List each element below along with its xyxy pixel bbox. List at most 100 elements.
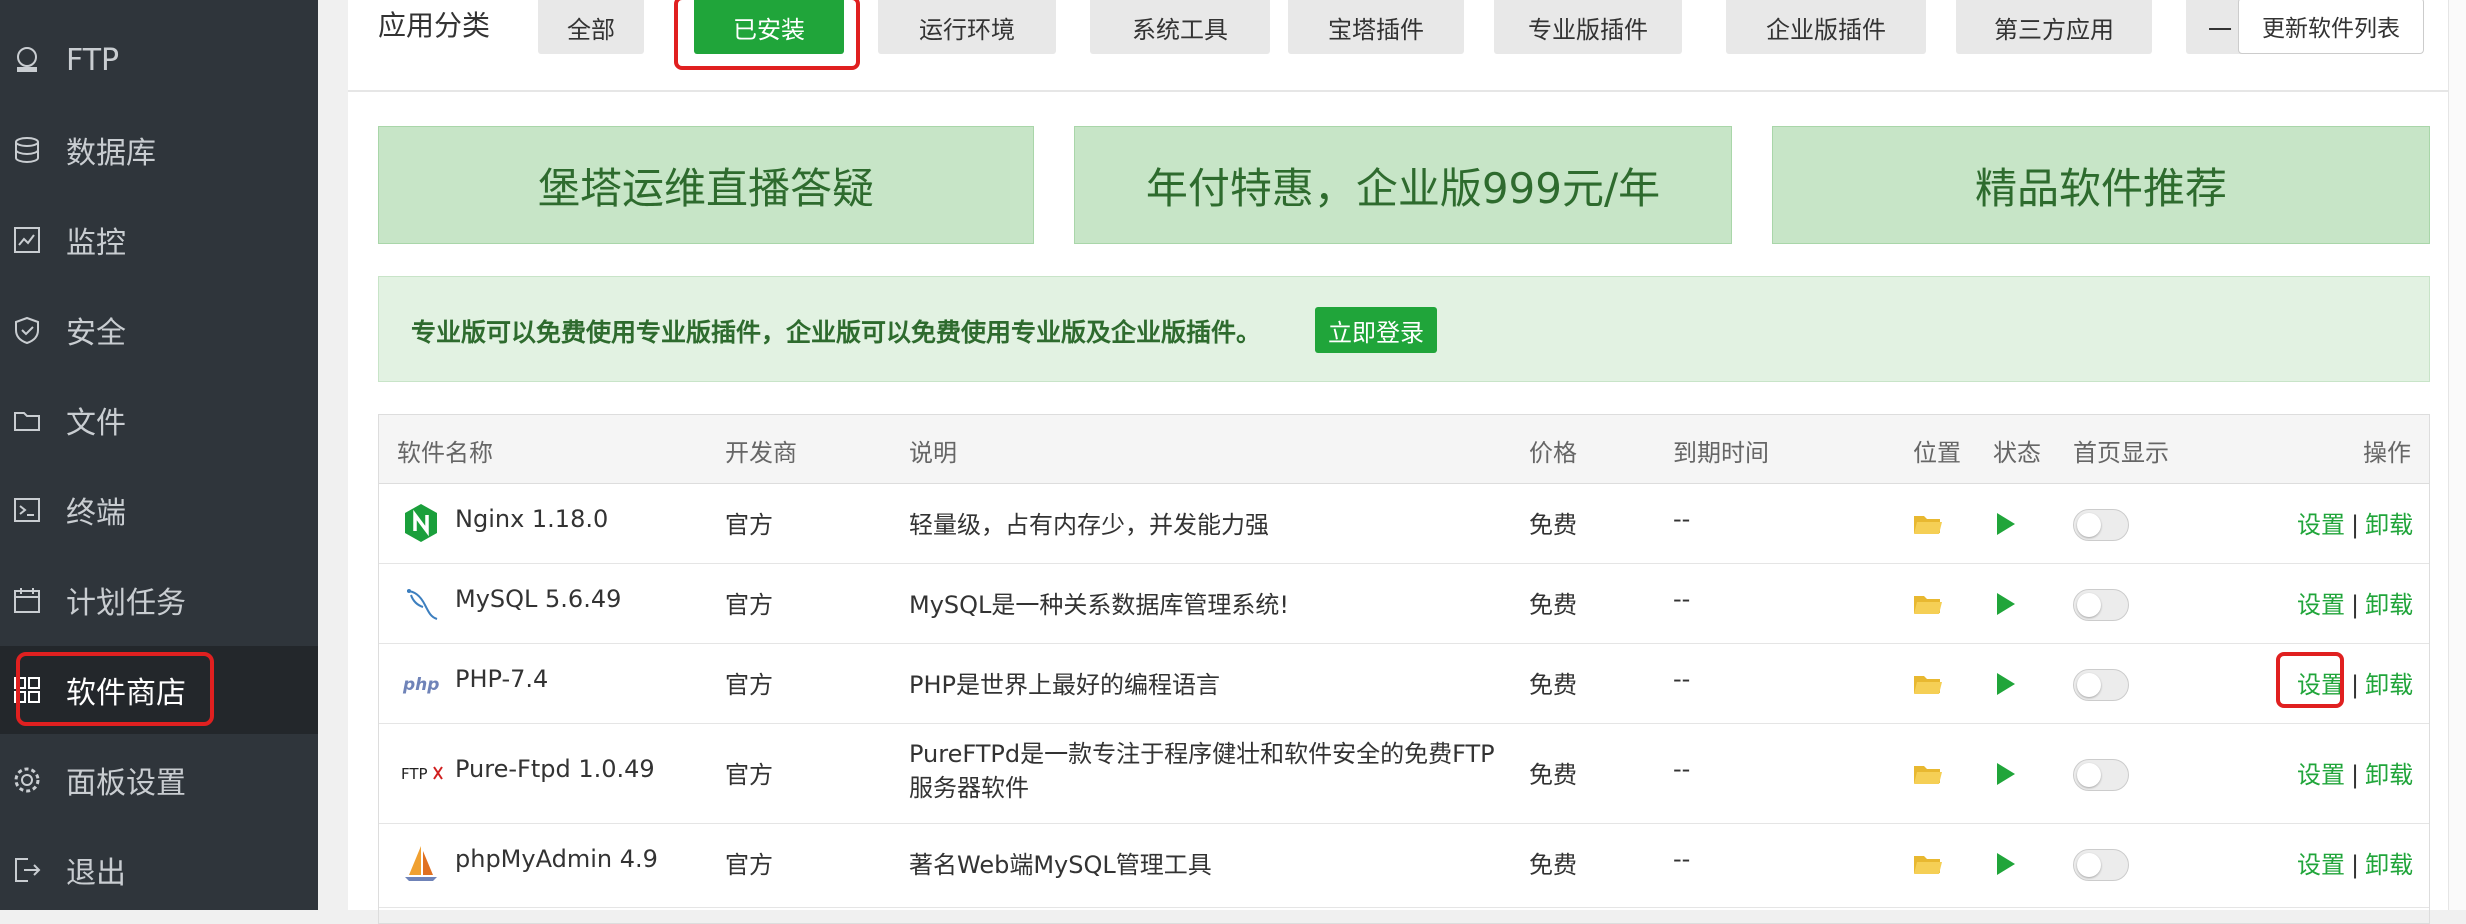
calendar-icon xyxy=(12,585,42,615)
homepage-toggle[interactable] xyxy=(2073,589,2129,621)
table-row: php PHP-7.4 官方 PHP是世界上最好的编程语言 免费 -- 设置 | 卸… xyxy=(379,643,2429,724)
description: MySQL是一种关系数据库管理系统! xyxy=(909,591,1290,619)
sidebar-item-label: 数据库 xyxy=(66,136,156,171)
separator: | xyxy=(2351,511,2360,539)
header-location: 位置 xyxy=(1913,439,1961,467)
play-icon[interactable] xyxy=(1997,593,2015,615)
expiry: -- xyxy=(1673,665,1691,693)
sidebar-item-terminal[interactable]: 终端 xyxy=(0,466,318,554)
notice-banner: 专业版可以免费使用专业版插件，企业版可以免费使用专业版及企业版插件。 立即登录 xyxy=(378,276,2430,382)
settings-link[interactable]: 设置 xyxy=(2297,511,2345,539)
expiry: -- xyxy=(1673,755,1691,783)
promo-banner[interactable]: 年付特惠，企业版999元/年 xyxy=(1074,126,1732,244)
folder-open-icon[interactable] xyxy=(1913,763,1943,785)
svg-text:FTP: FTP xyxy=(401,765,428,783)
folder-icon xyxy=(12,405,42,435)
table-row: phpMyAdmin 4.9 官方 著名Web端MySQL管理工具 免费 -- … xyxy=(379,823,2429,908)
sidebar: FTP 数据库 监控 安全 文件 终端 计划任务 软件商店 面板设置 退出 xyxy=(0,0,318,910)
uninstall-link[interactable]: 卸载 xyxy=(2365,671,2413,699)
homepage-toggle[interactable] xyxy=(2073,759,2129,791)
homepage-toggle[interactable] xyxy=(2073,849,2129,881)
play-icon[interactable] xyxy=(1997,853,2015,875)
uninstall-link[interactable]: 卸载 xyxy=(2365,761,2413,789)
play-icon[interactable] xyxy=(1997,513,2015,535)
separator: | xyxy=(2351,851,2360,879)
promo-banner[interactable]: 堡塔运维直播答疑 xyxy=(378,126,1034,244)
header-expiry: 到期时间 xyxy=(1673,439,1769,467)
update-software-list-button[interactable]: 更新软件列表 xyxy=(2238,0,2424,54)
promo-banner[interactable]: 精品软件推荐 xyxy=(1772,126,2430,244)
sidebar-item-software-store[interactable]: 软件商店 xyxy=(0,646,318,734)
header-name: 软件名称 xyxy=(397,439,493,467)
play-icon[interactable] xyxy=(1997,763,2015,785)
pureftpd-icon: FTP xyxy=(401,753,447,793)
tab-more[interactable]: 一 xyxy=(2186,0,2246,54)
uninstall-link[interactable]: 卸载 xyxy=(2365,851,2413,879)
developer: 官方 xyxy=(725,591,773,619)
mysql-icon xyxy=(401,583,441,623)
software-table: 软件名称 开发商 说明 价格 到期时间 位置 状态 首页显示 操作 Nginx … xyxy=(378,414,2430,924)
nginx-icon xyxy=(401,503,441,543)
sidebar-item-label: 文件 xyxy=(66,406,126,441)
sidebar-item-panel-settings[interactable]: 面板设置 xyxy=(0,736,318,824)
tab-runtime[interactable]: 运行环境 xyxy=(878,0,1056,54)
price: 免费 xyxy=(1529,591,1577,619)
settings-link[interactable]: 设置 xyxy=(2297,591,2345,619)
sidebar-item-label: 监控 xyxy=(66,226,126,261)
header-developer: 开发商 xyxy=(725,439,797,467)
highlight-box xyxy=(674,0,860,70)
login-button[interactable]: 立即登录 xyxy=(1315,307,1437,353)
expiry: -- xyxy=(1673,585,1691,613)
developer: 官方 xyxy=(725,761,773,789)
settings-link[interactable]: 设置 xyxy=(2297,851,2345,879)
price: 免费 xyxy=(1529,511,1577,539)
logout-icon xyxy=(12,855,42,885)
developer: 官方 xyxy=(725,671,773,699)
tab-third-party[interactable]: 第三方应用 xyxy=(1956,0,2152,54)
price: 免费 xyxy=(1529,671,1577,699)
sidebar-item-cron[interactable]: 计划任务 xyxy=(0,556,318,644)
ftp-icon xyxy=(12,45,42,75)
settings-link[interactable]: 设置 xyxy=(2297,761,2345,789)
uninstall-link[interactable]: 卸载 xyxy=(2365,591,2413,619)
row-actions: 设置 | 卸载 xyxy=(2297,845,2413,880)
grid-icon xyxy=(12,675,42,705)
header-description: 说明 xyxy=(909,439,957,467)
separator: | xyxy=(2351,761,2360,789)
tab-all[interactable]: 全部 xyxy=(538,0,644,54)
tab-system-tools[interactable]: 系统工具 xyxy=(1090,0,1270,54)
uninstall-link[interactable]: 卸载 xyxy=(2365,511,2413,539)
homepage-toggle[interactable] xyxy=(2073,509,2129,541)
price: 免费 xyxy=(1529,761,1577,789)
homepage-toggle[interactable] xyxy=(2073,669,2129,701)
php-icon: php xyxy=(401,663,445,703)
folder-open-icon[interactable] xyxy=(1913,673,1943,695)
description: PureFTPd是一款专注于程序健壮和软件安全的免费FTP服务器软件 xyxy=(909,740,1495,802)
sidebar-item-label: FTP xyxy=(66,42,120,78)
tab-enterprise-plugins[interactable]: 企业版插件 xyxy=(1726,0,1926,54)
main-content: 应用分类 全部 已安装 运行环境 系统工具 宝塔插件 专业版插件 企业版插件 第… xyxy=(348,0,2448,924)
software-name: Nginx 1.18.0 xyxy=(455,505,609,533)
separator: | xyxy=(2351,671,2360,699)
folder-open-icon[interactable] xyxy=(1913,853,1943,875)
sidebar-item-logout[interactable]: 退出 xyxy=(0,826,318,914)
svg-text:php: php xyxy=(402,675,439,695)
sidebar-item-files[interactable]: 文件 xyxy=(0,376,318,464)
sidebar-item-database[interactable]: 数据库 xyxy=(0,106,318,194)
shield-icon xyxy=(12,315,42,345)
table-row: MySQL 5.6.49 官方 MySQL是一种关系数据库管理系统! 免费 --… xyxy=(379,563,2429,644)
gear-icon xyxy=(12,765,42,795)
sidebar-item-security[interactable]: 安全 xyxy=(0,286,318,374)
play-icon[interactable] xyxy=(1997,673,2015,695)
folder-open-icon[interactable] xyxy=(1913,593,1943,615)
table-row: Nginx 1.18.0 官方 轻量级，占有内存少，并发能力强 免费 -- 设置… xyxy=(379,483,2429,564)
software-name: phpMyAdmin 4.9 xyxy=(455,845,658,873)
tab-bt-plugins[interactable]: 宝塔插件 xyxy=(1288,0,1464,54)
database-icon xyxy=(12,135,42,165)
scrollbar[interactable] xyxy=(2448,0,2466,910)
folder-open-icon[interactable] xyxy=(1913,513,1943,535)
sidebar-item-monitor[interactable]: 监控 xyxy=(0,196,318,284)
sidebar-item-ftp[interactable]: FTP xyxy=(0,16,318,104)
tab-pro-plugins[interactable]: 专业版插件 xyxy=(1494,0,1682,54)
row-actions: 设置 | 卸载 xyxy=(2297,755,2413,790)
